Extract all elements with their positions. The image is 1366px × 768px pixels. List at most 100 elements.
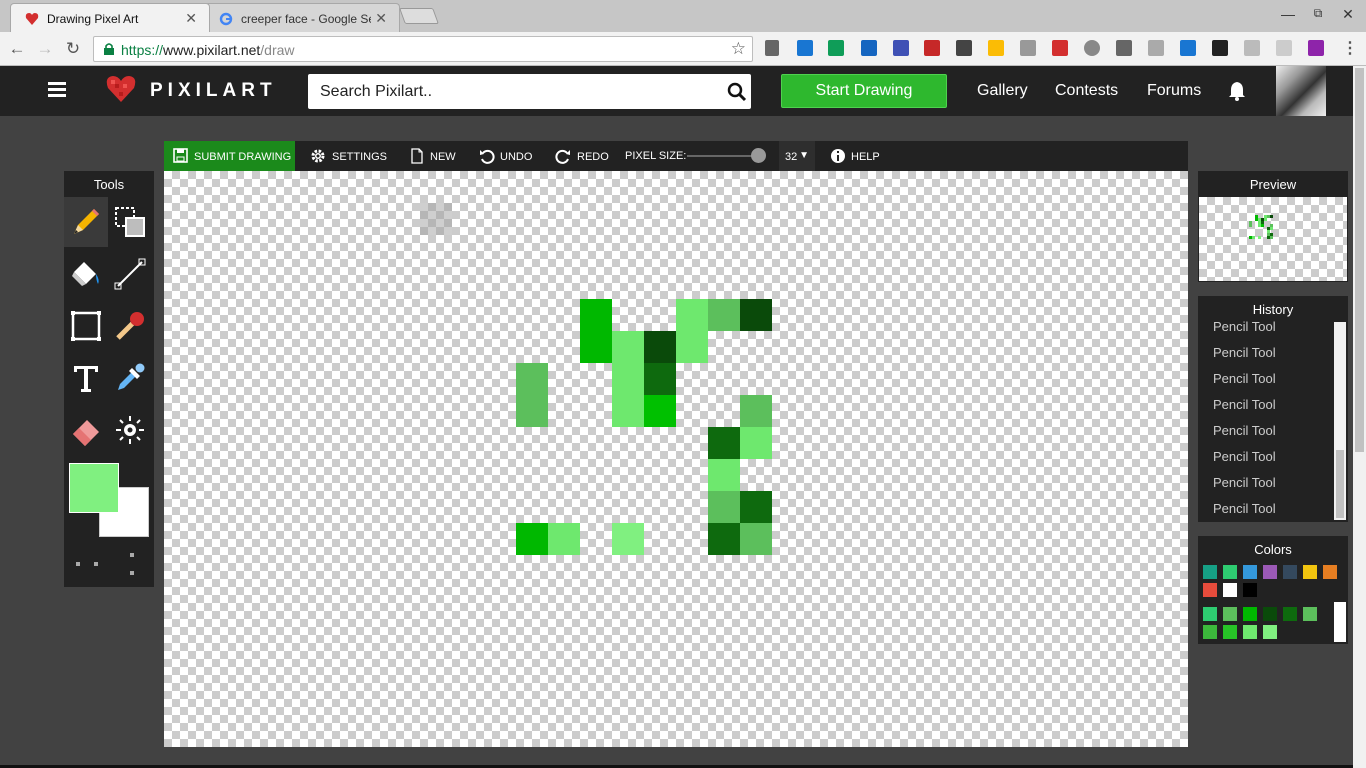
browser-menu-icon[interactable]: ⋮ — [1342, 38, 1358, 58]
drawing-canvas[interactable] — [164, 171, 1188, 747]
swap-colors-icon[interactable] — [94, 562, 98, 566]
custom-color-swatch[interactable] — [1243, 607, 1257, 621]
history-item[interactable]: Pencil Tool — [1198, 424, 1334, 450]
gear-icon[interactable] — [310, 148, 326, 164]
history-item[interactable]: Pencil Tool — [1198, 320, 1334, 346]
extension-icon[interactable] — [1244, 40, 1260, 56]
match-tool[interactable] — [108, 301, 152, 351]
search-icon[interactable] — [727, 82, 747, 102]
pixel-size-slider-handle[interactable] — [751, 148, 766, 163]
extension-icon[interactable] — [956, 40, 972, 56]
eraser-tool[interactable] — [64, 405, 108, 455]
pixel-size-select[interactable]: 32 ▼ — [779, 141, 815, 171]
restore-icon[interactable]: ⧉ — [1308, 6, 1328, 24]
colors-scrollbar[interactable] — [1334, 602, 1346, 642]
line-tool[interactable] — [108, 249, 152, 299]
extension-icon[interactable] — [1116, 40, 1132, 56]
palette-swatch[interactable] — [1243, 583, 1257, 597]
history-item[interactable]: Pencil Tool — [1198, 502, 1334, 520]
extension-icon[interactable] — [893, 40, 909, 56]
rectangle-tool[interactable] — [64, 301, 108, 351]
close-tab-icon[interactable]: ✕ — [375, 10, 387, 27]
avatar[interactable] — [1276, 66, 1326, 116]
history-scrollbar[interactable] — [1334, 322, 1346, 520]
primary-color-swatch[interactable] — [69, 463, 119, 513]
new-file-icon[interactable] — [409, 148, 425, 164]
extension-icon[interactable] — [828, 40, 844, 56]
reload-icon[interactable]: ↻ — [62, 38, 84, 60]
close-tab-icon[interactable]: ✕ — [185, 10, 197, 27]
custom-color-swatch[interactable] — [1263, 625, 1277, 639]
drive-icon[interactable] — [988, 40, 1004, 56]
pixilart-logo-icon[interactable] — [106, 75, 136, 103]
nav-contests[interactable]: Contests — [1055, 82, 1118, 100]
swap-colors-icon[interactable] — [76, 562, 80, 566]
palette-swatch[interactable] — [1303, 565, 1317, 579]
nav-forums[interactable]: Forums — [1147, 82, 1201, 100]
redo-button[interactable]: REDO — [577, 151, 609, 163]
apps-grid-icon[interactable] — [1212, 40, 1228, 56]
extension-icon[interactable] — [1276, 40, 1292, 56]
nav-gallery[interactable]: Gallery — [977, 82, 1028, 100]
text-tool[interactable] — [64, 353, 108, 403]
new-tab-button[interactable] — [399, 8, 439, 24]
palette-swatch[interactable] — [1323, 565, 1337, 579]
palette-swatch[interactable] — [1283, 565, 1297, 579]
new-button[interactable]: NEW — [430, 151, 456, 163]
calendar-icon[interactable] — [1180, 40, 1196, 56]
hamburger-menu-icon[interactable] — [48, 82, 66, 98]
help-button[interactable]: HELP — [851, 151, 880, 163]
extension-icon[interactable] — [797, 40, 813, 56]
tab-google-search[interactable]: creeper face - Google Sea ✕ — [204, 3, 400, 32]
palette-swatch[interactable] — [1223, 583, 1237, 597]
history-item[interactable]: Pencil Tool — [1198, 450, 1334, 476]
history-item[interactable]: Pencil Tool — [1198, 398, 1334, 424]
palette-swatch[interactable] — [1203, 583, 1217, 597]
extension-icon[interactable] — [1148, 40, 1164, 56]
address-bar[interactable]: https://www.pixilart.net/draw ☆ — [93, 36, 753, 62]
start-drawing-button[interactable]: Start Drawing — [781, 74, 947, 108]
extension-icon[interactable] — [765, 40, 779, 56]
history-item[interactable]: Pencil Tool — [1198, 372, 1334, 398]
custom-color-swatch[interactable] — [1223, 607, 1237, 621]
logo-text[interactable]: PIXILART — [150, 80, 277, 102]
custom-color-swatch[interactable] — [1263, 607, 1277, 621]
history-item[interactable]: Pencil Tool — [1198, 476, 1334, 502]
pixel-size-slider[interactable] — [687, 155, 761, 157]
custom-color-swatch[interactable] — [1283, 607, 1297, 621]
extension-icon[interactable] — [1052, 40, 1068, 56]
custom-color-swatch[interactable] — [1223, 625, 1237, 639]
lighten-tool[interactable] — [108, 405, 152, 455]
page-scrollbar[interactable] — [1353, 66, 1366, 768]
custom-color-swatch[interactable] — [1203, 625, 1217, 639]
palette-swatch[interactable] — [1203, 565, 1217, 579]
close-window-icon[interactable]: ✕ — [1338, 6, 1358, 24]
reset-colors-icon[interactable] — [130, 571, 134, 575]
palette-swatch[interactable] — [1243, 565, 1257, 579]
undo-button[interactable]: UNDO — [500, 151, 532, 163]
palette-swatch[interactable] — [1263, 565, 1277, 579]
minimize-icon[interactable]: — — [1278, 6, 1298, 24]
pencil-tool[interactable] — [64, 197, 108, 247]
selection-tool[interactable] — [108, 197, 152, 247]
info-icon[interactable] — [830, 148, 846, 164]
redo-icon[interactable] — [555, 148, 571, 164]
extension-icon[interactable] — [1020, 40, 1036, 56]
forward-arrow-icon[interactable]: → — [34, 38, 56, 60]
bookmark-star-icon[interactable]: ☆ — [731, 39, 746, 59]
settings-button[interactable]: SETTINGS — [332, 151, 387, 163]
extension-icon[interactable] — [861, 40, 877, 56]
preview-thumbnail[interactable] — [1199, 197, 1347, 281]
color-picker-tool[interactable] — [108, 353, 152, 403]
extension-icon[interactable] — [1308, 40, 1324, 56]
undo-icon[interactable] — [479, 148, 495, 164]
custom-color-swatch[interactable] — [1243, 625, 1257, 639]
tab-drawing-pixel-art[interactable]: Drawing Pixel Art ✕ — [10, 3, 210, 32]
back-arrow-icon[interactable]: ← — [6, 38, 28, 60]
bell-icon[interactable] — [1228, 81, 1246, 101]
history-item[interactable]: Pencil Tool — [1198, 346, 1334, 372]
reset-colors-icon[interactable] — [130, 553, 134, 557]
fill-bucket-tool[interactable] — [64, 249, 108, 299]
extension-icon[interactable] — [924, 40, 940, 56]
palette-swatch[interactable] — [1223, 565, 1237, 579]
